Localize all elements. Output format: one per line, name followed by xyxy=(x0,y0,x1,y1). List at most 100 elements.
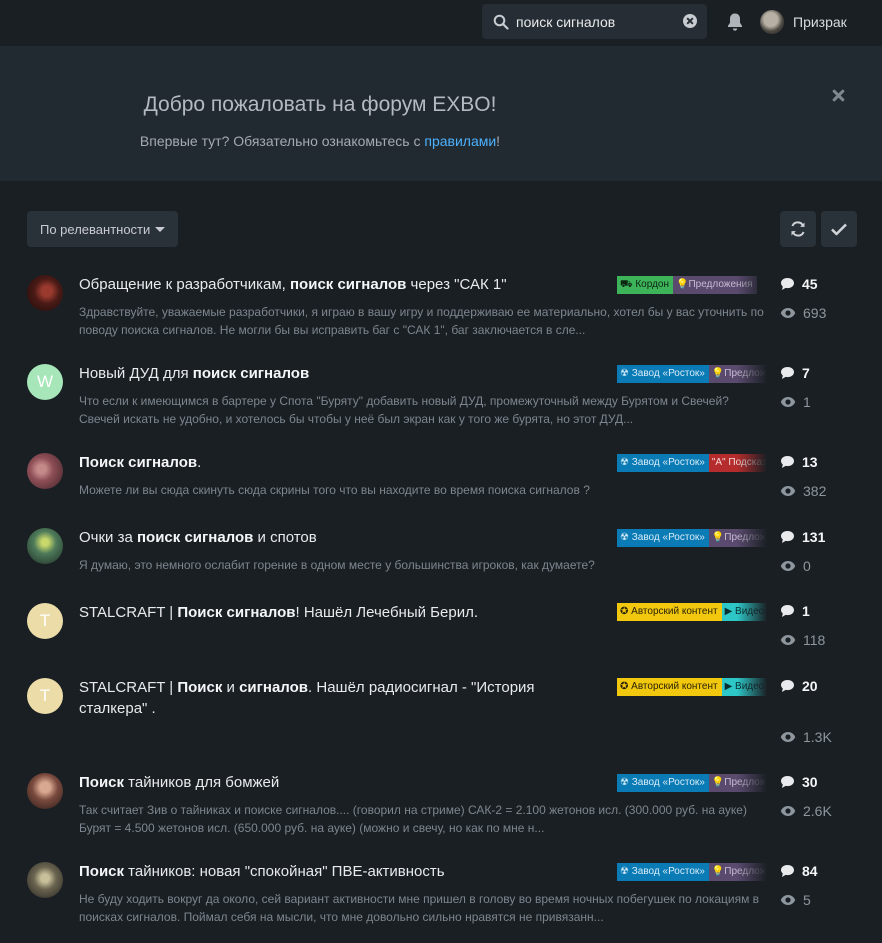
topic-tags: ☢ Завод «Росток»💡Предложения xyxy=(617,365,767,383)
views-value: 2.6K xyxy=(803,803,832,819)
tag-label: Авторский контент xyxy=(631,606,718,617)
eye-icon xyxy=(780,397,796,407)
tag-label: Завод «Росток» xyxy=(631,866,705,877)
search-box[interactable] xyxy=(482,4,707,39)
eye-icon xyxy=(780,635,796,645)
replies-value: 7 xyxy=(802,365,810,381)
tag-predlozheniya[interactable]: 💡Предложения xyxy=(673,276,757,294)
title-text: STALCRAFT | xyxy=(79,604,178,621)
title-highlight: Поиск сигналов xyxy=(177,604,296,621)
views-count: 118 xyxy=(780,632,825,648)
views-count: 0 xyxy=(780,558,811,574)
search-icon xyxy=(493,14,509,30)
views-count: 382 xyxy=(780,483,826,499)
tag-label: Видео xyxy=(735,606,765,617)
avatar[interactable] xyxy=(27,773,63,809)
views-value: 1 xyxy=(803,394,811,410)
welcome-hero: Добро пожаловать на форум EXBO! Впервые … xyxy=(0,46,882,181)
topic-excerpt: Здравствуйте, уважаемые разработчики, я … xyxy=(79,305,764,337)
title-text: через "САК 1" xyxy=(406,276,507,293)
tag-label: Предложения xyxy=(724,866,767,877)
replies-value: 131 xyxy=(802,529,826,545)
topic-title[interactable]: Поиск тайников: новая "спокойная" ПВЕ-ак… xyxy=(79,861,599,882)
tag-zavod[interactable]: ☢ Завод «Росток» xyxy=(617,454,709,472)
tag-author-content[interactable]: ✪ Авторский контент xyxy=(617,678,722,696)
tag-label: Предложения xyxy=(688,279,753,290)
title-text: Очки за xyxy=(79,529,137,546)
title-highlight: Поиск xyxy=(79,863,125,880)
avatar[interactable]: T xyxy=(27,678,63,714)
title-text: . xyxy=(197,454,202,471)
tag-label: Предложения xyxy=(724,777,767,788)
user-menu[interactable]: Призрак xyxy=(760,10,847,34)
eye-icon xyxy=(780,895,796,905)
replies-count: 30 xyxy=(780,774,818,790)
tag-predlozheniya[interactable]: 💡Предложения xyxy=(708,365,767,383)
tag-label: Завод «Росток» xyxy=(631,368,705,379)
tag-zavod[interactable]: ☢ Завод «Росток» xyxy=(617,529,709,547)
hero-subtitle: Впервые тут? Обязательно ознакомьтесь с … xyxy=(0,133,640,149)
tag-podskazki[interactable]: "А" Подсказки xyxy=(708,454,767,472)
tag-zavod[interactable]: ☢ Завод «Росток» xyxy=(617,863,709,881)
replies-count: 84 xyxy=(780,863,818,879)
comment-icon xyxy=(781,865,794,877)
user-avatar xyxy=(760,10,784,34)
comment-icon xyxy=(781,605,794,617)
sort-dropdown[interactable]: По релевантности xyxy=(27,211,178,247)
topic-title[interactable]: Поиск тайников для бомжей xyxy=(79,772,599,793)
refresh-button[interactable] xyxy=(780,211,816,247)
rules-link[interactable]: правилами xyxy=(424,133,496,149)
title-highlight: Поиск сигналов xyxy=(79,454,198,471)
title-text: тайников для бомжей xyxy=(124,774,280,791)
topic-title[interactable]: Очки за поиск сигналов и спотов xyxy=(79,527,599,548)
tag-label: Предложения xyxy=(724,532,767,543)
tag-author-content[interactable]: ✪ Авторский контент xyxy=(617,603,722,621)
clear-search-icon[interactable] xyxy=(683,14,697,28)
avatar[interactable]: W xyxy=(27,364,63,400)
tag-label: Видео xyxy=(735,681,765,692)
replies-value: 30 xyxy=(802,774,818,790)
topic-tags: ☢ Завод «Росток»"А" Подсказки xyxy=(617,454,767,472)
replies-value: 84 xyxy=(802,863,818,879)
refresh-icon xyxy=(791,221,805,237)
sort-label: По релевантности xyxy=(40,222,151,237)
topic-title[interactable]: STALCRAFT | Поиск и сигналов. Нашёл ради… xyxy=(79,677,559,719)
tag-predlozheniya[interactable]: 💡Предложения xyxy=(708,863,767,881)
tag-video[interactable]: ▶ Видео xyxy=(721,678,767,696)
tag-zavod[interactable]: ☢ Завод «Росток» xyxy=(617,774,709,792)
eye-icon xyxy=(780,561,796,571)
eye-icon xyxy=(780,486,796,496)
views-value: 1.3K xyxy=(803,729,832,745)
topic-tags: ☢ Завод «Росток»💡Предложения xyxy=(617,529,767,547)
topic-title[interactable]: Новый ДУД для поиск сигналов xyxy=(79,363,599,384)
tag-video[interactable]: ▶ Видео xyxy=(721,603,767,621)
avatar[interactable] xyxy=(27,275,63,311)
replies-value: 45 xyxy=(802,276,818,292)
avatar[interactable] xyxy=(27,862,63,898)
avatar[interactable]: T xyxy=(27,603,63,639)
check-icon xyxy=(831,223,847,236)
tag-predlozheniya[interactable]: 💡Предложения xyxy=(708,774,767,792)
avatar[interactable] xyxy=(27,453,63,489)
topic-title[interactable]: Обращение к разработчикам, поиск сигнало… xyxy=(79,274,599,295)
views-count: 2.6K xyxy=(780,803,832,819)
tag-zavod[interactable]: ☢ Завод «Росток» xyxy=(617,365,709,383)
eye-icon xyxy=(780,806,796,816)
topic-excerpt: Что если к имеющимся в бартере у Спота "… xyxy=(79,394,729,426)
close-icon[interactable] xyxy=(830,88,846,104)
tag-label: Предложения xyxy=(724,368,767,379)
tag-predlozheniya[interactable]: 💡Предложения xyxy=(708,529,767,547)
topic-title[interactable]: STALCRAFT | Поиск сигналов! Нашёл Лечебн… xyxy=(79,602,599,623)
tag-kordon[interactable]: ⛟ Кордон xyxy=(617,276,673,294)
hero-subtitle-end: ! xyxy=(496,133,501,149)
title-highlight: сигналов xyxy=(239,679,309,696)
replies-count: 20 xyxy=(780,678,818,694)
caret-down-icon xyxy=(155,227,165,232)
avatar[interactable] xyxy=(27,528,63,564)
title-highlight: Поиск xyxy=(177,679,223,696)
notifications-bell-icon[interactable] xyxy=(726,12,744,32)
topic-title[interactable]: Поиск сигналов. xyxy=(79,452,599,473)
replies-count: 13 xyxy=(780,454,818,470)
mark-all-read-button[interactable] xyxy=(821,211,857,247)
search-input[interactable] xyxy=(516,11,676,33)
